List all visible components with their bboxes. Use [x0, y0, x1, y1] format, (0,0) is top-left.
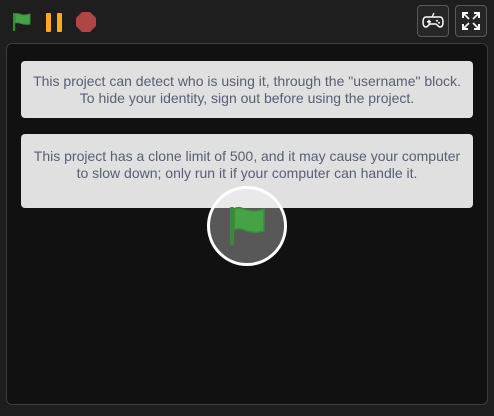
gamepad-icon	[422, 12, 444, 28]
controls-bar	[0, 0, 494, 44]
stage[interactable]: This project can detect who is using it,…	[6, 43, 488, 405]
stop-button[interactable]	[74, 10, 98, 34]
green-flag-icon	[13, 13, 31, 31]
project-player: This project can detect who is using it,…	[0, 0, 494, 416]
gamepad-button[interactable]	[417, 5, 449, 37]
fullscreen-button[interactable]	[455, 5, 487, 37]
fullscreen-icon	[462, 12, 480, 30]
pause-button[interactable]	[42, 10, 66, 34]
green-flag-overlay-button[interactable]	[207, 186, 287, 266]
username-warning-alert: This project can detect who is using it,…	[21, 61, 473, 118]
green-flag-button[interactable]	[10, 10, 34, 34]
stop-icon	[76, 12, 96, 32]
pause-icon	[46, 13, 62, 32]
green-flag-icon	[230, 206, 265, 245]
